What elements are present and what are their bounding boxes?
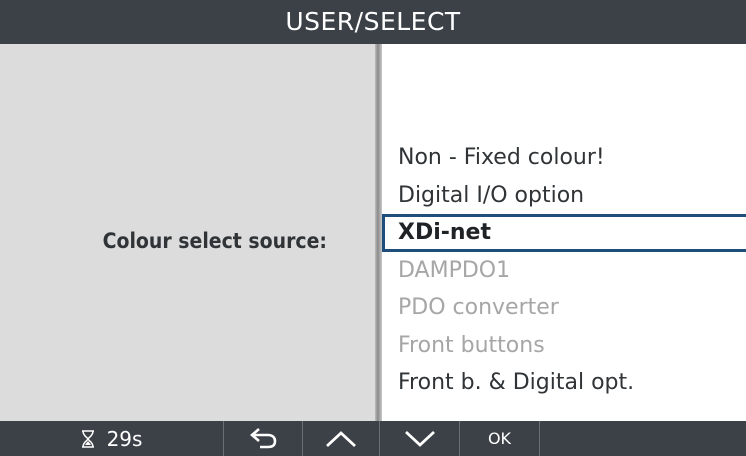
- chevron-down-icon: [404, 429, 436, 449]
- page-title: USER/SELECT: [285, 7, 461, 36]
- up-button[interactable]: [303, 421, 380, 456]
- list-item-pdo-converter: PDO converter: [398, 295, 559, 320]
- back-button[interactable]: [224, 421, 303, 456]
- hourglass-icon: [81, 429, 95, 448]
- chevron-up-icon: [325, 429, 357, 449]
- down-button[interactable]: [380, 421, 460, 456]
- list-item-front-b-digital-opt[interactable]: Front b. & Digital opt.: [382, 364, 746, 402]
- left-panel: Colour select source:: [0, 44, 375, 421]
- list-item-digital-io-option[interactable]: Digital I/O option: [382, 177, 746, 215]
- list-item-xdi-net[interactable]: XDi-net: [382, 214, 746, 252]
- footer-bar: 29s OK: [0, 421, 746, 456]
- list-item-front-buttons: Front buttons: [398, 332, 545, 358]
- option-list: Non - Fixed colour! Digital I/O option X…: [382, 139, 746, 402]
- option-list-panel: Non - Fixed colour! Digital I/O option X…: [382, 44, 746, 421]
- panel-divider: [375, 44, 382, 421]
- list-item-non-fixed-colour[interactable]: Non - Fixed colour!: [382, 139, 746, 177]
- timeout-indicator: 29s: [0, 421, 224, 456]
- back-arrow-icon: [248, 427, 278, 450]
- title-bar: USER/SELECT: [0, 0, 746, 44]
- ok-button[interactable]: OK: [460, 421, 540, 456]
- timeout-value: 29s: [106, 426, 143, 451]
- list-item-dampdo1: DAMPDO1: [398, 257, 511, 283]
- colour-select-source-label: Colour select source:: [102, 229, 327, 253]
- ok-button-label: OK: [487, 429, 512, 448]
